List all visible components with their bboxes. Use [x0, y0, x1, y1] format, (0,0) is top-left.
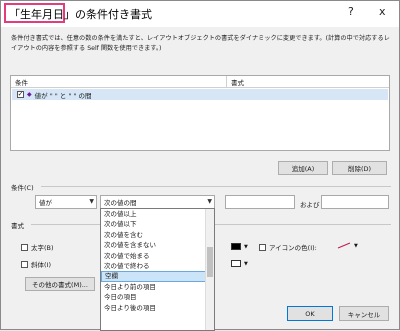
conditions-list[interactable]: 条件 書式 ✓ ◆ 値が " " と " " の間	[10, 75, 390, 151]
italic-option[interactable]: 斜体(I)	[21, 259, 51, 269]
close-button[interactable]: x	[379, 5, 386, 18]
condition-divider	[41, 186, 391, 187]
cancel-button[interactable]: キャンセル	[339, 306, 389, 321]
chevron-down-icon: ▼	[354, 242, 358, 249]
operator-option-selected[interactable]: 空欄	[101, 271, 214, 282]
diagonal-line-icon	[337, 242, 351, 249]
icon-color-picker[interactable]: ▼	[337, 242, 358, 249]
operator-dropdown-list[interactable]: 次の値以上 次の値以下 次の値を含む 次の値を含まない 次の値で始まる 次の値で…	[100, 208, 215, 331]
italic-checkbox[interactable]	[21, 260, 28, 268]
and-label: および	[300, 201, 320, 209]
operator-option[interactable]: 次の値で始まる	[101, 251, 214, 261]
bold-option[interactable]: 太字(B)	[21, 242, 54, 252]
format-section-label: 書式	[11, 222, 24, 230]
bold-label: 太字(B)	[31, 244, 54, 252]
text-color-picker[interactable]: ▼	[231, 243, 248, 250]
operator-value: 次の値の間	[104, 199, 137, 207]
dropdown-scrollbar[interactable]	[205, 209, 214, 330]
conditional-format-dialog: 「生年月日」の条件付き書式 ? x 条件付き書式では、任意の数の条件を満たすと、…	[0, 0, 400, 331]
value-to-input[interactable]	[321, 195, 389, 209]
icon-color-option[interactable]: アイコンの色(I):	[259, 242, 317, 252]
operator-option[interactable]: 今日より前の項目	[101, 282, 214, 292]
fill-color-picker[interactable]: ▼	[231, 260, 248, 267]
operator-option[interactable]: 次の値以上	[101, 209, 214, 219]
chevron-down-icon: ▼	[89, 198, 94, 205]
title-field-name: 「生年月日」	[9, 8, 75, 21]
title-bar: 「生年月日」の条件付き書式 ? x	[1, 1, 399, 27]
icon-color-label: アイコンの色(I):	[269, 244, 317, 252]
condition-type-select[interactable]: 値が ▼	[35, 195, 97, 209]
chevron-down-icon: ▼	[244, 260, 248, 267]
add-button[interactable]: 追加(A)	[278, 161, 328, 175]
header-format: 書式	[231, 79, 244, 87]
chevron-down-icon: ▼	[207, 198, 212, 205]
operator-option[interactable]: 今日の項目	[101, 292, 214, 302]
ok-button[interactable]: OK	[287, 306, 333, 321]
condition-text: 値が " " と " " の間	[34, 91, 92, 100]
delete-button[interactable]: 削除(D)	[332, 161, 387, 175]
condition-icon: ◆	[27, 91, 32, 98]
condition-type-value: 値が	[39, 199, 52, 207]
italic-label: 斜体(I)	[31, 261, 51, 269]
scrollbar-thumb[interactable]	[207, 247, 213, 277]
bold-checkbox[interactable]	[21, 243, 28, 251]
condition-enabled-checkbox[interactable]: ✓	[17, 91, 24, 98]
help-button[interactable]: ?	[348, 5, 354, 18]
value-from-input[interactable]	[225, 195, 295, 209]
condition-section-label: 条件(C)	[11, 184, 34, 192]
conditions-list-header: 条件 書式	[11, 76, 389, 88]
icon-color-checkbox[interactable]	[259, 243, 266, 251]
header-condition: 条件	[15, 79, 28, 87]
fill-color-swatch	[231, 260, 241, 267]
operator-option[interactable]: 次の値を含まない	[101, 240, 214, 250]
operator-option[interactable]: 次の値で終わる	[101, 261, 214, 271]
dialog-title: 「生年月日」の条件付き書式	[9, 6, 152, 22]
condition-row[interactable]: ✓ ◆ 値が " " と " " の間	[12, 89, 388, 100]
description-text: 条件付き書式では、任意の数の条件を満たすと、レイアウトオブジェクトの書式をダイナ…	[11, 35, 390, 52]
text-color-swatch	[231, 243, 241, 250]
operator-option[interactable]: 次の値以下	[101, 219, 214, 229]
more-formats-button[interactable]: その他の書式(M)...	[25, 277, 95, 291]
operator-option[interactable]: 今日より後の項目	[101, 303, 214, 313]
operator-option[interactable]: 次の値を含む	[101, 230, 214, 240]
title-suffix: の条件付き書式	[75, 8, 152, 21]
chevron-down-icon: ▼	[244, 243, 248, 250]
operator-select[interactable]: 次の値の間 ▼	[100, 195, 215, 209]
